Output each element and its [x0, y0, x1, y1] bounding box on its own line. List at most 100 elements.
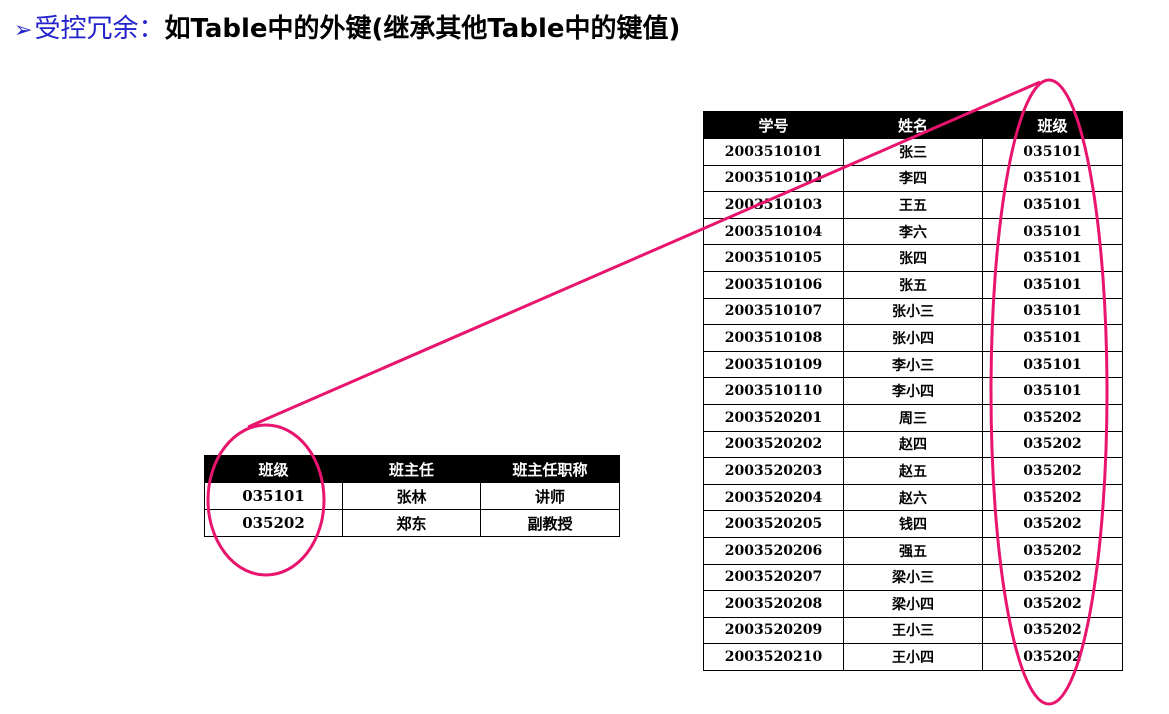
table-cell: 035101 — [982, 244, 1123, 272]
table-cell: 035202 — [982, 536, 1123, 565]
table-row: 2003510101 张三 035101 — [703, 138, 1123, 166]
table-row: 2003520210 王小四 035202 — [703, 643, 1123, 671]
table-cell: 张五 — [843, 270, 983, 299]
table-row: 2003510110 李小四 035101 — [703, 377, 1123, 405]
table-cell: 2003520206 — [703, 536, 844, 565]
table-header-row: 班级 班主任 班主任职称 — [204, 455, 620, 483]
title-lead: 受控冗余： — [34, 14, 165, 44]
table-row: 2003520205 钱四 035202 — [703, 510, 1123, 538]
table-cell: 035101 — [982, 297, 1123, 326]
table-cell: 讲师 — [480, 482, 620, 510]
table-cell: 035101 — [982, 217, 1123, 246]
table-cell: 2003510103 — [703, 191, 844, 219]
table-cell: 张三 — [843, 138, 983, 166]
table-cell: 赵四 — [843, 430, 983, 459]
table-cell: 张林 — [342, 482, 481, 510]
table-cell: 035202 — [982, 457, 1123, 485]
table-cell: 张小三 — [843, 297, 983, 326]
table-row: 2003520207 梁小三 035202 — [703, 563, 1123, 592]
table-cell: 王五 — [843, 191, 983, 219]
table-cell: 2003520207 — [703, 563, 844, 592]
column-header: 班级 — [982, 111, 1123, 139]
slide-title: ➢受控冗余：如Table中的外键(继承其他Table中的键值) — [14, 12, 680, 46]
column-header: 姓名 — [843, 111, 983, 139]
table-cell: 035202 — [982, 563, 1123, 592]
table-row: 2003520204 赵六 035202 — [703, 483, 1123, 512]
table-cell: 2003510105 — [703, 244, 844, 272]
table-cell: 2003520201 — [703, 403, 844, 432]
table-cell: 035101 — [982, 350, 1123, 379]
table-cell: 2003520205 — [703, 510, 844, 538]
table-cell: 李四 — [843, 164, 983, 193]
table-row: 2003520208 梁小四 035202 — [703, 590, 1123, 618]
column-header: 班级 — [204, 455, 343, 483]
table-row: 2003510105 张四 035101 — [703, 244, 1123, 272]
table-cell: 2003510104 — [703, 217, 844, 246]
table-row: 2003520209 王小三 035202 — [703, 616, 1123, 645]
table-header-row: 学号 姓名 班级 — [703, 111, 1123, 139]
table-cell: 035202 — [982, 510, 1123, 538]
table-cell: 李小三 — [843, 350, 983, 379]
table-cell: 梁小三 — [843, 563, 983, 592]
table-cell: 2003510106 — [703, 270, 844, 299]
table-cell: 035202 — [204, 509, 343, 537]
column-header: 班主任 — [342, 455, 481, 483]
bullet-arrow-icon: ➢ — [14, 18, 33, 43]
table-cell: 2003520208 — [703, 590, 844, 618]
table-cell: 王小三 — [843, 616, 983, 645]
table-cell: 李小四 — [843, 377, 983, 405]
table-cell: 李六 — [843, 217, 983, 246]
table-cell: 035202 — [982, 483, 1123, 512]
table-row: 035202 郑东 副教授 — [204, 509, 620, 537]
title-rest: 如Table中的外键(继承其他Table中的键值) — [164, 14, 681, 44]
table-cell: 2003510101 — [703, 138, 844, 166]
table-cell: 2003520202 — [703, 430, 844, 459]
table-cell: 035202 — [982, 643, 1123, 671]
table-cell: 035202 — [982, 430, 1123, 459]
table-cell: 035101 — [204, 482, 343, 510]
table-cell: 2003520210 — [703, 643, 844, 671]
table-cell: 2003520204 — [703, 483, 844, 512]
table-row: 2003510109 李小三 035101 — [703, 350, 1123, 379]
table-row: 2003520201 周三 035202 — [703, 403, 1123, 432]
table-cell: 2003510109 — [703, 350, 844, 379]
table-cell: 钱四 — [843, 510, 983, 538]
column-header: 学号 — [703, 111, 844, 139]
column-header: 班主任职称 — [480, 455, 620, 483]
table-cell: 周三 — [843, 403, 983, 432]
table-cell: 2003520203 — [703, 457, 844, 485]
table-cell: 035202 — [982, 616, 1123, 645]
student-table: 学号 姓名 班级 2003510101 张三 035101 2003510102 李四 0… — [703, 111, 1123, 671]
table-row: 2003510102 李四 035101 — [703, 164, 1123, 193]
table-cell: 王小四 — [843, 643, 983, 671]
table-cell: 梁小四 — [843, 590, 983, 618]
table-cell: 035101 — [982, 191, 1123, 219]
table-cell: 强五 — [843, 536, 983, 565]
table-cell: 赵六 — [843, 483, 983, 512]
table-cell: 035101 — [982, 138, 1123, 166]
table-cell: 035101 — [982, 377, 1123, 405]
table-row: 2003520206 强五 035202 — [703, 536, 1123, 565]
table-row: 2003510107 张小三 035101 — [703, 297, 1123, 326]
table-cell: 035101 — [982, 324, 1123, 352]
table-cell: 035101 — [982, 270, 1123, 299]
table-cell: 张四 — [843, 244, 983, 272]
table-row: 2003510106 张五 035101 — [703, 270, 1123, 299]
table-cell: 郑东 — [342, 509, 481, 537]
table-cell: 赵五 — [843, 457, 983, 485]
table-row: 2003520202 赵四 035202 — [703, 430, 1123, 459]
table-row: 2003510103 王五 035101 — [703, 191, 1123, 219]
table-row: 2003520203 赵五 035202 — [703, 457, 1123, 485]
table-cell: 2003520209 — [703, 616, 844, 645]
table-row: 2003510108 张小四 035101 — [703, 324, 1123, 352]
table-cell: 张小四 — [843, 324, 983, 352]
table-cell: 2003510102 — [703, 164, 844, 193]
table-cell: 副教授 — [480, 509, 620, 537]
table-cell: 035202 — [982, 590, 1123, 618]
table-row: 035101 张林 讲师 — [204, 482, 620, 510]
table-cell: 2003510110 — [703, 377, 844, 405]
table-cell: 2003510107 — [703, 297, 844, 326]
table-row: 2003510104 李六 035101 — [703, 217, 1123, 246]
table-cell: 2003510108 — [703, 324, 844, 352]
table-cell: 035202 — [982, 403, 1123, 432]
